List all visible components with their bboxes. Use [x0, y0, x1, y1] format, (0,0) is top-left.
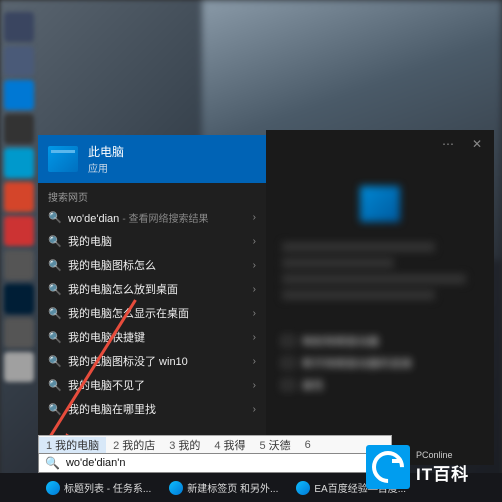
blurred-line: [282, 242, 435, 252]
search-icon: 🔍: [48, 283, 60, 296]
watermark-logo: PConline IT百科: [366, 442, 496, 492]
drive-icon: [282, 358, 294, 368]
blurred-line: [282, 258, 394, 268]
search-icon: 🔍: [48, 307, 60, 320]
edge-icon: [46, 481, 60, 495]
drive-icon: [282, 336, 294, 346]
context-action[interactable]: 断开网络驱动器的连接: [278, 352, 482, 374]
context-action[interactable]: 映射网络驱动器: [278, 330, 482, 352]
result-list: 🔍wo'de'dian - 查看网络搜索结果›🔍我的电脑›🔍我的电脑图标怎么›🔍…: [38, 206, 266, 465]
search-result-item[interactable]: 🔍 我的电脑图标没了 win10 ›: [38, 349, 266, 373]
edge-icon: [169, 481, 183, 495]
result-text: 我的电脑怎么放到桌面: [68, 281, 245, 297]
result-text: 我的电脑: [68, 233, 245, 249]
desktop-icon[interactable]: [4, 352, 34, 382]
chevron-right-icon: ›: [253, 308, 256, 319]
search-icon: 🔍: [48, 235, 60, 248]
desktop-icon[interactable]: [4, 148, 34, 178]
action-label: 断开网络驱动器的连接: [302, 355, 412, 371]
desktop-icon[interactable]: [4, 12, 34, 42]
desktop-icon[interactable]: [4, 250, 34, 280]
logo-icon: [366, 445, 410, 489]
result-text: 我的电脑快捷键: [68, 329, 245, 345]
result-text: 我的电脑在哪里找: [68, 401, 245, 417]
chevron-right-icon: ›: [253, 332, 256, 343]
action-label: 属性: [302, 377, 324, 393]
search-result-item[interactable]: 🔍 我的电脑图标怎么 ›: [38, 253, 266, 277]
search-icon: 🔍: [45, 456, 60, 470]
search-result-item[interactable]: 🔍 wo'de'dian - 查看网络搜索结果 ›: [38, 206, 266, 229]
best-match-title: 此电脑: [88, 143, 124, 160]
search-icon: 🔍: [48, 211, 60, 224]
desktop-icon[interactable]: [4, 284, 34, 314]
desktop-icon[interactable]: [4, 318, 34, 348]
ime-candidate-bar[interactable]: 1我的电脑2我的店3我的4我得5沃德6: [38, 435, 392, 454]
search-box[interactable]: 🔍: [38, 453, 392, 473]
chevron-right-icon: ›: [253, 380, 256, 391]
search-result-item[interactable]: 🔍 我的电脑在哪里找 ›: [38, 397, 266, 421]
result-text: wo'de'dian - 查看网络搜索结果: [68, 210, 245, 225]
preview-panel: ⋯ ✕ 映射网络驱动器 断开网络驱动器的连接 属性: [266, 130, 494, 465]
search-result-item[interactable]: 🔍 我的电脑快捷键 ›: [38, 325, 266, 349]
ime-candidate[interactable]: 1我的电脑: [39, 437, 106, 453]
search-result-item[interactable]: 🔍 我的电脑 ›: [38, 229, 266, 253]
result-text: 我的电脑图标没了 win10: [68, 353, 245, 369]
search-input[interactable]: [66, 457, 385, 469]
ime-candidate[interactable]: 5沃德: [253, 437, 298, 453]
blurred-line: [282, 274, 466, 284]
search-icon: 🔍: [48, 403, 60, 416]
props-icon: [282, 380, 294, 390]
result-text: 我的电脑不见了: [68, 377, 245, 393]
chevron-right-icon: ›: [253, 260, 256, 271]
search-results-panel: 此电脑 应用 搜索网页 🔍 wo'de'dian - 查看网络搜索结果 › 🔍 我的电脑…: [38, 135, 266, 465]
search-icon: 🔍: [48, 379, 60, 392]
chevron-right-icon: ›: [253, 212, 256, 223]
window-titlebar: ⋯ ✕: [266, 130, 494, 158]
search-result-item[interactable]: 🔍 我的电脑怎么显示在桌面 ›: [38, 301, 266, 325]
result-text: 我的电脑怎么显示在桌面: [68, 305, 245, 321]
more-icon[interactable]: ⋯: [442, 137, 454, 151]
context-action[interactable]: 属性: [278, 374, 482, 396]
blurred-line: [282, 290, 435, 300]
ime-candidate[interactable]: 6: [298, 439, 321, 451]
desktop-icons-column: [2, 8, 36, 386]
action-label: 映射网络驱动器: [302, 333, 379, 349]
chevron-right-icon: ›: [253, 404, 256, 415]
logo-subtitle: PConline: [416, 450, 469, 460]
search-icon: 🔍: [48, 355, 60, 368]
desktop-icon[interactable]: [4, 46, 34, 76]
section-header: 搜索网页: [38, 183, 266, 206]
this-pc-icon: [360, 186, 400, 222]
ime-candidate[interactable]: 4我得: [207, 437, 252, 453]
taskbar-item[interactable]: 新建标签页 和另外...: [163, 478, 284, 497]
ime-candidate[interactable]: 3我的: [162, 437, 207, 453]
best-match-subtitle: 应用: [88, 160, 124, 175]
close-icon[interactable]: ✕: [472, 137, 482, 151]
search-result-item[interactable]: 🔍 我的电脑不见了 ›: [38, 373, 266, 397]
desktop-icon[interactable]: [4, 80, 34, 110]
this-pc-icon: [48, 146, 78, 172]
ime-candidate[interactable]: 2我的店: [106, 437, 162, 453]
desktop-icon[interactable]: [4, 182, 34, 212]
desktop-icon[interactable]: [4, 216, 34, 246]
desktop-icon[interactable]: [4, 114, 34, 144]
result-text: 我的电脑图标怎么: [68, 257, 245, 273]
chevron-right-icon: ›: [253, 356, 256, 367]
logo-title: IT百科: [416, 460, 469, 485]
taskbar-item[interactable]: 标题列表 - 任务系...: [40, 478, 157, 497]
chevron-right-icon: ›: [253, 284, 256, 295]
search-icon: 🔍: [48, 331, 60, 344]
search-icon: 🔍: [48, 259, 60, 272]
search-result-item[interactable]: 🔍 我的电脑怎么放到桌面 ›: [38, 277, 266, 301]
chevron-right-icon: ›: [253, 236, 256, 247]
edge-icon: [296, 481, 310, 495]
best-match-item[interactable]: 此电脑 应用: [38, 135, 266, 183]
